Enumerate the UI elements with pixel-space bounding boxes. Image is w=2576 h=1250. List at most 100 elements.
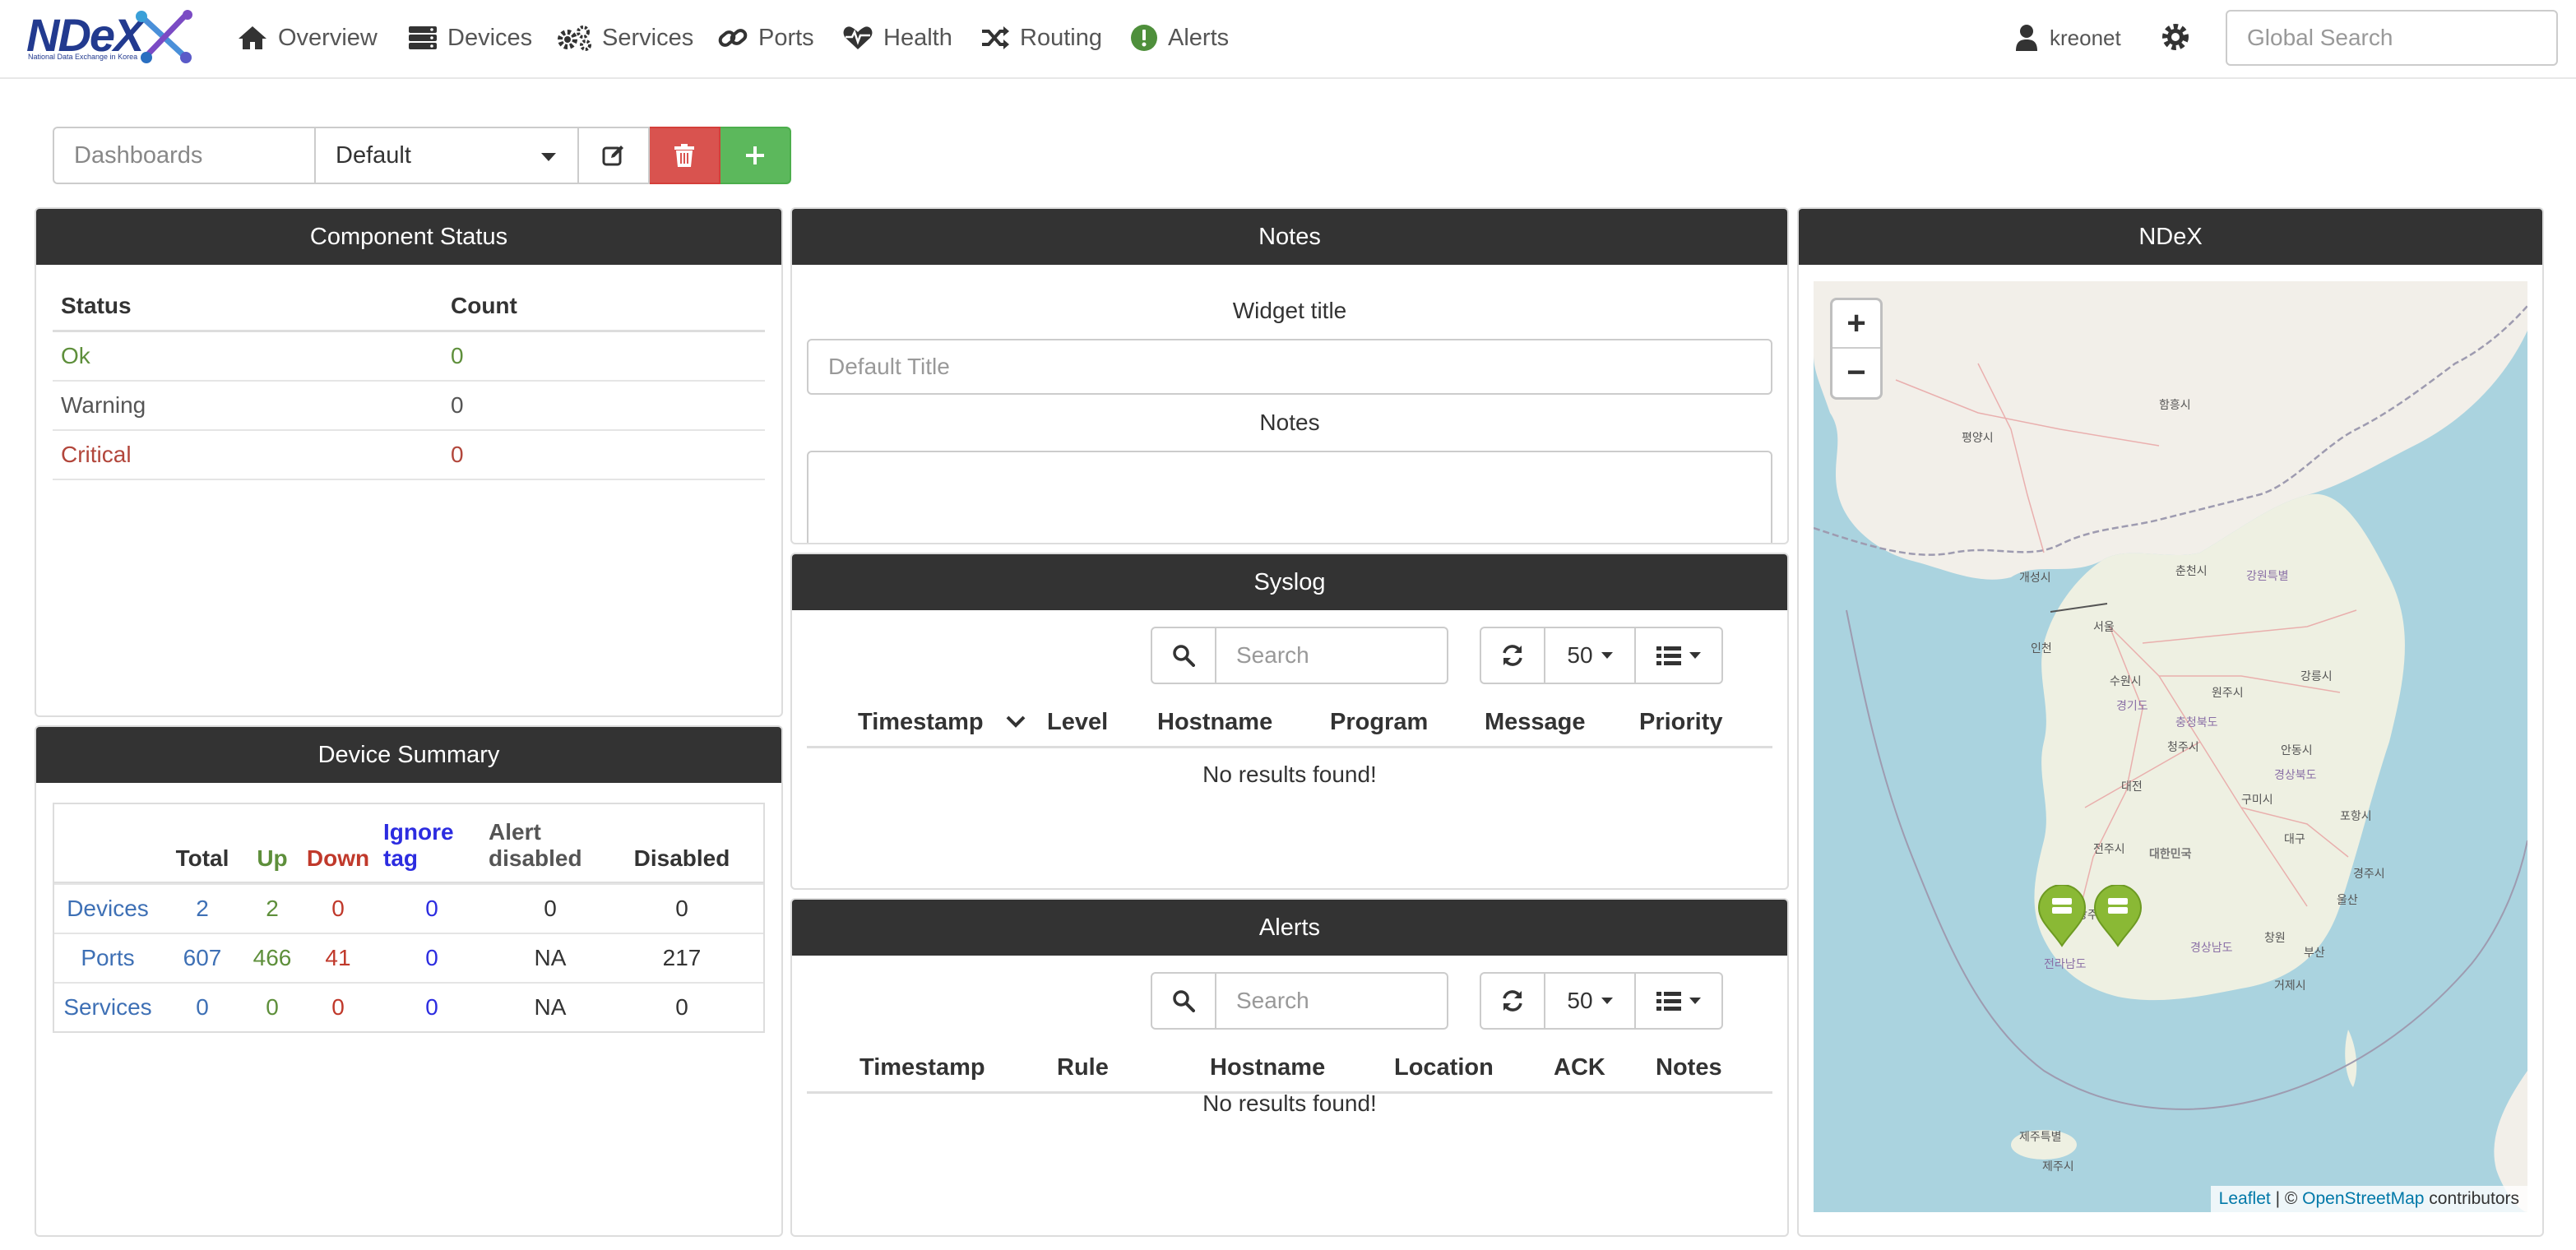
table-row: Devices 2 2 0 0 0 0 (54, 883, 763, 933)
notes-label: Notes (1259, 410, 1320, 435)
column-header: Count (451, 292, 517, 318)
edit-dashboard-button[interactable] (579, 127, 650, 184)
services-up[interactable]: 0 (243, 994, 301, 1021)
top-navbar: NDeX National Data Exchange in Korea Ove… (0, 0, 2576, 79)
delete-dashboard-button[interactable] (650, 127, 720, 184)
alerts-refresh-button[interactable] (1480, 972, 1545, 1030)
dashboard-select[interactable]: Default (316, 127, 579, 184)
widget-title: Device Summary (317, 741, 500, 768)
zoom-out-button[interactable]: − (1832, 349, 1880, 397)
nav-devices[interactable]: Devices (408, 18, 532, 58)
alerts-page-size-dropdown[interactable]: 50 (1545, 972, 1636, 1030)
column-program[interactable]: Program (1330, 709, 1428, 736)
map-marker-icon (2093, 884, 2143, 947)
devices-total[interactable]: 2 (161, 896, 243, 922)
syslog-widget: Syslog 50 Timestamp Level Hostname Progr… (790, 553, 1789, 890)
alerts-search-input[interactable] (1216, 972, 1448, 1030)
caret-down-icon (1689, 998, 1701, 1004)
zoom-in-button[interactable]: + (1832, 300, 1880, 349)
exclamation-circle-icon (1131, 25, 1157, 51)
nav-services[interactable]: Services (556, 18, 693, 58)
column-header-alert-disabled: Alert disabled (489, 819, 582, 871)
devices-down[interactable]: 0 (301, 896, 375, 922)
ports-ignore[interactable]: 0 (375, 945, 489, 971)
ports-down[interactable]: 41 (301, 945, 375, 971)
column-hostname[interactable]: Hostname (1157, 709, 1272, 736)
widget-header[interactable]: NDeX (1799, 209, 2542, 265)
column-message[interactable]: Message (1485, 709, 1586, 736)
alerts-widget: Alerts 50 Timestamp Rule Hostname Locati… (790, 898, 1789, 1237)
sort-chevron-down-icon[interactable] (1006, 714, 1026, 730)
map-label: 인천 (2031, 641, 2052, 655)
widget-header[interactable]: Syslog (792, 554, 1787, 610)
syslog-search-input[interactable] (1216, 627, 1448, 684)
widget-header[interactable]: Component Status (36, 209, 781, 265)
column-rule[interactable]: Rule (1057, 1054, 1109, 1081)
services-link[interactable]: Services (54, 994, 161, 1021)
device-marker[interactable] (2093, 884, 2143, 953)
column-priority[interactable]: Priority (1639, 709, 1723, 736)
logo-network-icon (136, 10, 192, 63)
map-attribution: Leaflet | © OpenStreetMap contributors (2210, 1186, 2527, 1212)
column-header-ignore-tag: Ignore tag (383, 819, 454, 871)
widget-title: Syslog (1253, 568, 1326, 595)
alerts-columns-dropdown[interactable] (1636, 972, 1723, 1030)
nav-health[interactable]: Health (842, 18, 952, 58)
dashboards-label: Dashboards (53, 127, 316, 184)
devices-ignore[interactable]: 0 (375, 896, 489, 922)
home-icon (239, 26, 266, 49)
map-label: 함흥시 (2159, 398, 2191, 411)
column-timestamp[interactable]: Timestamp (859, 1054, 985, 1081)
nav-ports[interactable]: Ports (717, 18, 814, 58)
ports-total[interactable]: 607 (161, 945, 243, 971)
column-ack[interactable]: ACK (1554, 1054, 1605, 1081)
global-search-input[interactable] (2226, 10, 2558, 66)
map-label: 경상북도 (2274, 768, 2317, 781)
widget-header[interactable]: Notes (792, 209, 1787, 265)
syslog-search-group (1151, 627, 1448, 684)
syslog-page-size-dropdown[interactable]: 50 (1545, 627, 1636, 684)
devices-alert-disabled: 0 (544, 896, 557, 921)
device-marker[interactable] (2037, 884, 2087, 953)
settings-button[interactable] (2160, 21, 2191, 58)
syslog-columns-dropdown[interactable] (1636, 627, 1723, 684)
attribution-tail: contributors (2424, 1189, 2519, 1208)
add-dashboard-button[interactable] (720, 127, 791, 184)
map-label: 원주시 (2212, 686, 2244, 699)
services-ignore[interactable]: 0 (375, 994, 489, 1021)
leaflet-link[interactable]: Leaflet (2219, 1189, 2271, 1208)
widget-title-input[interactable] (807, 339, 1772, 395)
status-warning: Warning (61, 392, 146, 418)
widget-header[interactable]: Alerts (792, 900, 1787, 956)
page-size-value: 50 (1567, 988, 1593, 1013)
link-icon (718, 29, 748, 47)
map-label: 서울 (2093, 620, 2115, 633)
openstreetmap-link[interactable]: OpenStreetMap (2302, 1189, 2424, 1208)
ports-disabled: 217 (662, 945, 702, 970)
notes-textarea[interactable] (807, 451, 1772, 543)
ndex-logo[interactable]: NDeX National Data Exchange in Korea (26, 7, 199, 67)
widget-header[interactable]: Device Summary (36, 727, 781, 783)
list-icon (1656, 646, 1681, 665)
column-hostname[interactable]: Hostname (1210, 1054, 1325, 1081)
services-down[interactable]: 0 (301, 994, 375, 1021)
devices-link[interactable]: Devices (54, 896, 161, 922)
nav-routing[interactable]: Routing (980, 18, 1102, 58)
services-total[interactable]: 0 (161, 994, 243, 1021)
services-alert-disabled: NA (534, 994, 567, 1020)
user-menu[interactable]: kreonet (2015, 18, 2121, 58)
alerts-actions: 50 (1480, 972, 1723, 1030)
column-level[interactable]: Level (1047, 709, 1108, 736)
column-notes[interactable]: Notes (1656, 1054, 1722, 1081)
column-timestamp[interactable]: Timestamp (858, 709, 984, 736)
world-map[interactable]: 서울 인천 수원시 대전 대구 울산 부산 광주 전주시 창원 포항시 강릉시 … (1814, 281, 2527, 1212)
syslog-refresh-button[interactable] (1480, 627, 1545, 684)
ports-up[interactable]: 466 (243, 945, 301, 971)
devices-up[interactable]: 2 (243, 896, 301, 922)
map-label: 대구 (2284, 832, 2305, 845)
nav-alerts[interactable]: Alerts (1130, 18, 1229, 58)
map-label: 강릉시 (2300, 669, 2333, 683)
column-location[interactable]: Location (1394, 1054, 1494, 1081)
nav-overview[interactable]: Overview (237, 18, 378, 58)
ports-link[interactable]: Ports (54, 945, 161, 971)
